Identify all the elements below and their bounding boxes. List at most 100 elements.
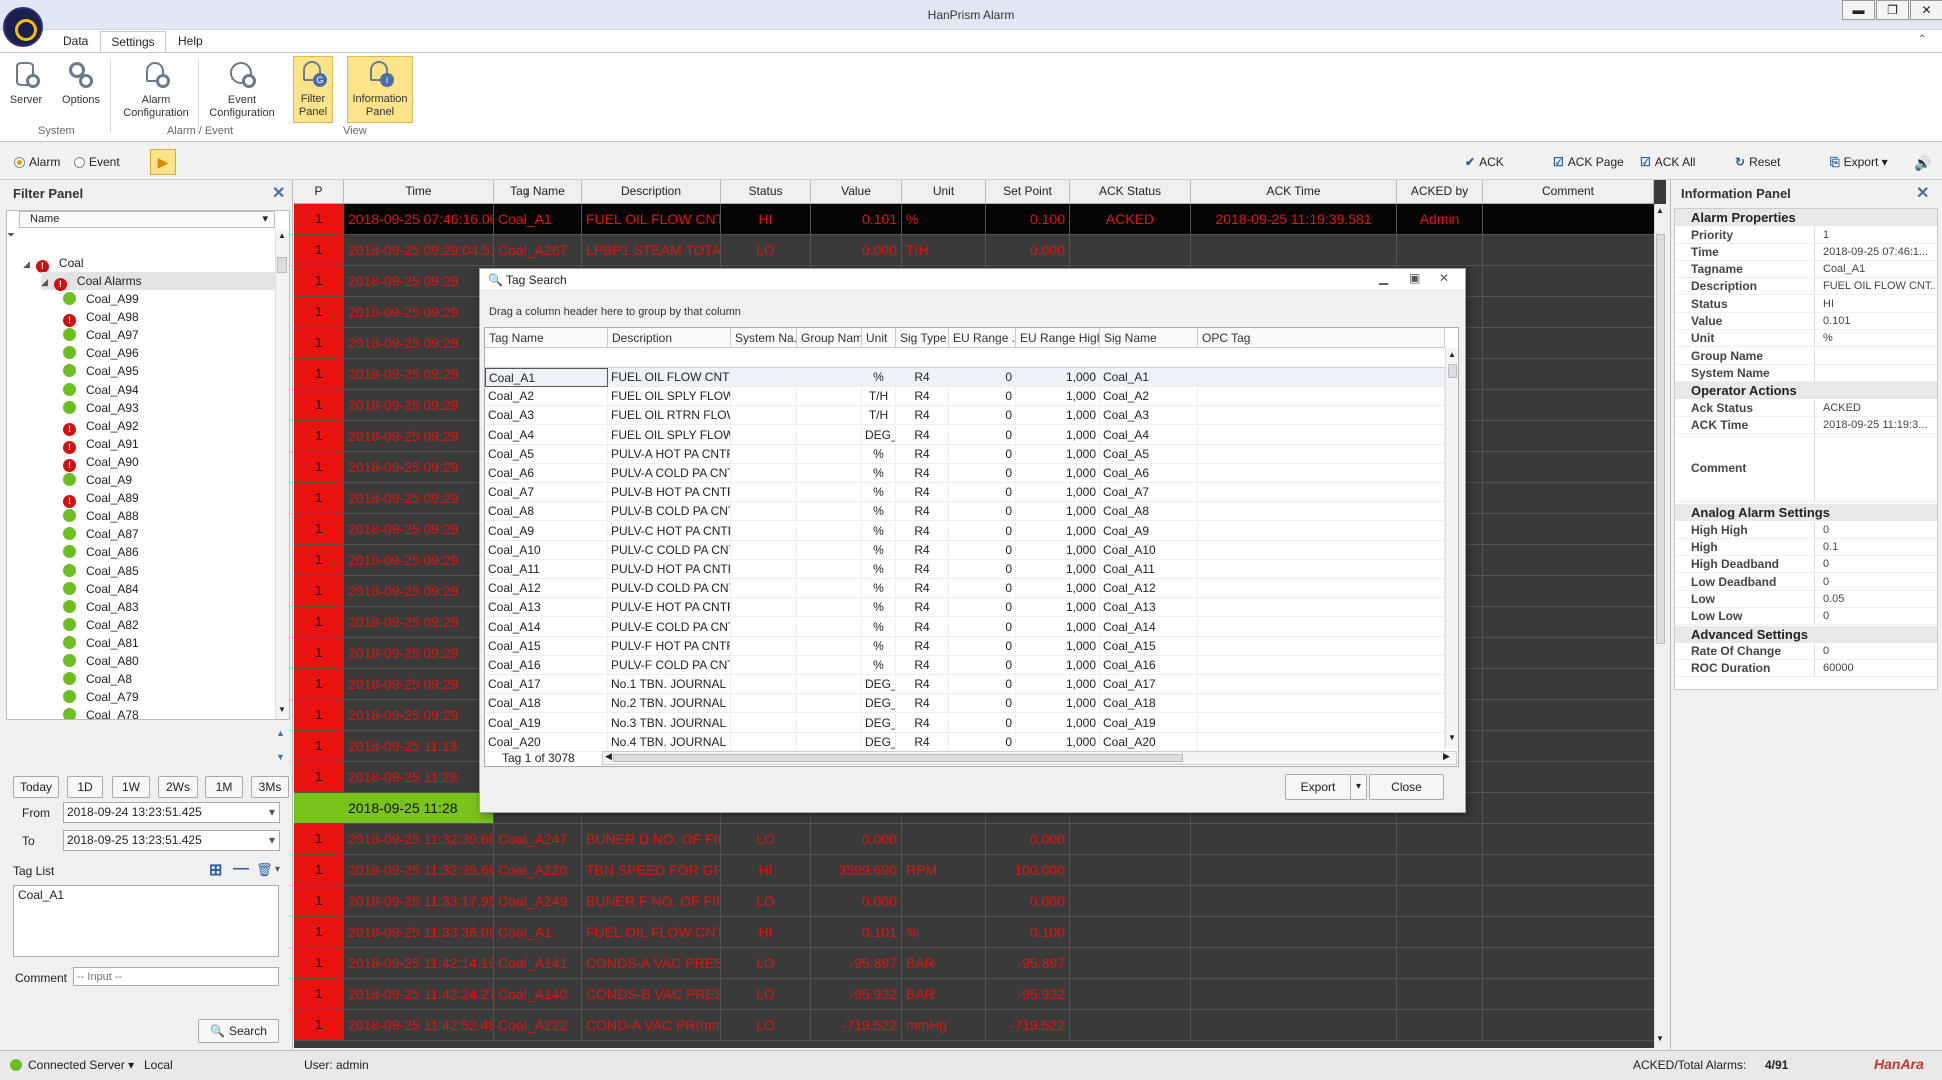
- tree-group-coal-alarms[interactable]: ◢Coal Alarms: [41, 272, 277, 291]
- grid-header-p[interactable]: P: [294, 180, 344, 204]
- tree-item[interactable]: Coal_A79: [63, 688, 289, 706]
- dialog-row[interactable]: Coal_A20No.4 TBN. JOURNAL BE...DEG_CR401…: [485, 732, 1445, 752]
- export-button[interactable]: ⎘ Export ▾: [1830, 155, 1888, 170]
- range-button-1d[interactable]: 1D: [67, 776, 103, 798]
- grid-header-acked-by[interactable]: ACKED by: [1397, 180, 1483, 204]
- maximize-icon[interactable]: ▣: [1409, 271, 1420, 285]
- grid-header-value[interactable]: Value: [811, 180, 902, 204]
- from-date-field[interactable]: 2018-09-24 13:23:51.425 ▾: [63, 802, 280, 823]
- close-window-button[interactable]: ✕: [1910, 0, 1942, 20]
- dialog-row[interactable]: Coal_A4FUEL OIL SPLY FLOW ...DEG_CR401,0…: [485, 425, 1445, 445]
- dialog-row[interactable]: Coal_A12PULV-D COLD PA CNTR...%R401,000C…: [485, 579, 1445, 599]
- ack-all-button[interactable]: ☑ ACK All: [1640, 155, 1695, 169]
- dialog-header-3[interactable]: Group Name: [797, 328, 862, 348]
- dialog-header-7[interactable]: EU Range High: [1016, 328, 1100, 348]
- grid-header-tag-name[interactable]: Tag Name: [494, 180, 582, 204]
- property-value[interactable]: 0.1: [1823, 539, 1935, 556]
- filter-row[interactable]: [485, 348, 1445, 368]
- dialog-row[interactable]: Coal_A19No.3 TBN. JOURNAL BE...DEG_CR401…: [485, 713, 1445, 733]
- tag-list-box[interactable]: Coal_A1: [13, 885, 279, 957]
- property-value[interactable]: %: [1823, 330, 1935, 347]
- close-icon[interactable]: ✕: [1439, 271, 1449, 285]
- move-down-icon[interactable]: ▼: [276, 752, 285, 762]
- menu-help[interactable]: Help: [178, 34, 203, 48]
- reset-button[interactable]: ↻ Reset: [1735, 155, 1780, 169]
- dialog-header-6[interactable]: EU Range ...: [949, 328, 1016, 348]
- dialog-row[interactable]: Coal_A17No.1 TBN. JOURNAL BE...DEG_CR401…: [485, 675, 1445, 695]
- tree-item[interactable]: Coal_A9: [63, 471, 289, 489]
- tree-item[interactable]: Coal_A94: [63, 381, 289, 399]
- range-button-1m[interactable]: 1M: [205, 776, 243, 798]
- property-value[interactable]: 0: [1823, 608, 1935, 625]
- tree-item[interactable]: Coal_A95: [63, 362, 289, 380]
- dialog-row[interactable]: Coal_A11PULV-D HOT PA CNTRL...%R401,000C…: [485, 560, 1445, 579]
- tree-item[interactable]: Coal_A82: [63, 616, 289, 634]
- property-value[interactable]: 0: [1823, 556, 1935, 573]
- property-value[interactable]: 0.101: [1823, 313, 1935, 330]
- property-value[interactable]: ACKED: [1823, 400, 1935, 417]
- ack-page-button[interactable]: ☑ ACK Page: [1553, 155, 1624, 169]
- menu-settings[interactable]: Settings: [100, 31, 166, 53]
- property-value[interactable]: 60000: [1823, 660, 1935, 677]
- tree-item[interactable]: Coal_A87: [63, 525, 289, 543]
- property-value[interactable]: 0: [1823, 643, 1935, 660]
- tree-scrollbar[interactable]: ▲ ▼: [275, 229, 289, 719]
- property-value[interactable]: 0.05: [1823, 591, 1935, 608]
- tree-item[interactable]: Coal_A91: [63, 435, 289, 454]
- property-value[interactable]: [1823, 348, 1935, 365]
- dialog-row[interactable]: Coal_A15PULV-F HOT PA CNTRL...%R401,000C…: [485, 636, 1445, 656]
- tree-item[interactable]: Coal_A96: [63, 344, 289, 362]
- connected-server-dropdown[interactable]: Connected Server ▾: [28, 1058, 134, 1072]
- property-value[interactable]: FUEL OIL FLOW CNT...: [1823, 278, 1935, 295]
- tree-item[interactable]: Coal_A99: [63, 290, 289, 308]
- dialog-row[interactable]: Coal_A9PULV-C HOT PA CNTRL...%R401,000Co…: [485, 521, 1445, 541]
- grid-header-time[interactable]: Time: [344, 180, 494, 204]
- close-icon[interactable]: ✕: [272, 183, 285, 203]
- tree-item[interactable]: Coal_A78: [63, 706, 289, 719]
- grid-header-status[interactable]: Status: [721, 180, 811, 204]
- event-radio[interactable]: Event: [74, 155, 120, 169]
- property-value[interactable]: 0: [1823, 574, 1935, 591]
- ribbon-collapse-icon[interactable]: ⌃: [1918, 34, 1926, 45]
- comment-input[interactable]: [73, 967, 279, 986]
- ack-button[interactable]: ✔ ACK: [1465, 155, 1504, 169]
- comment-value[interactable]: [1823, 434, 1935, 502]
- table-row[interactable]: 1 2018-09-25 11:42:52.480 Coal_A222 COND-A …: [294, 1010, 1654, 1041]
- dialog-row[interactable]: Coal_A3 FUEL OIL RTRN FLOW T/H R4 0 1,000 Coal…: [485, 406, 1445, 426]
- grid-scrollbar[interactable]: ▲ ▼: [1654, 204, 1666, 1048]
- dialog-row[interactable]: Coal_A5PULV-A HOT PA CNTRL...%R401,000Co…: [485, 444, 1445, 464]
- minimize-button[interactable]: ▬: [1842, 0, 1875, 20]
- speaker-icon[interactable]: 🔊: [1914, 155, 1931, 172]
- grid-header-ack-time[interactable]: ACK Time: [1191, 180, 1397, 204]
- table-row[interactable]: 1 2018-09-25 11:42:14.190 Coal_A141 CONDS-A…: [294, 948, 1654, 979]
- tree-item[interactable]: Coal_A81: [63, 634, 289, 652]
- tree-item[interactable]: Coal_A98: [63, 308, 289, 328]
- dialog-row[interactable]: Coal_A10PULV-C COLD PA CNTR...%R401,000C…: [485, 540, 1445, 560]
- dialog-header-8[interactable]: Sig Name: [1100, 328, 1198, 348]
- minimize-icon[interactable]: ▁: [1379, 271, 1388, 285]
- dialog-header-0[interactable]: Tag Name: [485, 328, 608, 348]
- tree-item[interactable]: Coal_A84: [63, 580, 289, 598]
- tag-list-item[interactable]: Coal_A1: [18, 888, 64, 902]
- tree-item[interactable]: Coal_A8: [63, 670, 289, 688]
- add-icon[interactable]: ⊞: [209, 860, 222, 880]
- menu-data[interactable]: Data: [63, 34, 88, 48]
- table-row[interactable]: 1 2018-09-25 09:29:04.510 Coal_A267 LPBP1 S…: [294, 235, 1654, 266]
- property-value[interactable]: [1823, 365, 1935, 382]
- grid-header-ack-status[interactable]: ACK Status: [1070, 180, 1191, 204]
- property-value[interactable]: 2018-09-25 11:19:3...: [1823, 417, 1935, 434]
- alarm-radio[interactable]: Alarm: [14, 155, 60, 169]
- property-value[interactable]: 1: [1823, 227, 1935, 244]
- restore-button[interactable]: ❐: [1876, 0, 1909, 20]
- dialog-row[interactable]: Coal_A14PULV-E COLD PA CNTR...%R401,000C…: [485, 617, 1445, 637]
- filter-icon[interactable]: ⏷: [7, 230, 15, 241]
- range-button-2ws[interactable]: 2Ws: [158, 776, 198, 798]
- section-analog-alarm-settings[interactable]: Analog Alarm Settings: [1675, 504, 1937, 522]
- table-row[interactable]: 1 2018-09-25 11:32:39.660 Coal_A247 BUNER D…: [294, 824, 1654, 855]
- range-button-1w[interactable]: 1W: [112, 776, 150, 798]
- dialog-row[interactable]: Coal_A6PULV-A COLD PA CNTR...%R401,000Co…: [485, 464, 1445, 483]
- section-alarm-properties[interactable]: Alarm Properties: [1675, 209, 1937, 226]
- dialog-header-9[interactable]: OPC Tag: [1198, 328, 1445, 348]
- dialog-header-2[interactable]: System Na...: [731, 328, 797, 348]
- tree-item[interactable]: Coal_A83: [63, 598, 289, 616]
